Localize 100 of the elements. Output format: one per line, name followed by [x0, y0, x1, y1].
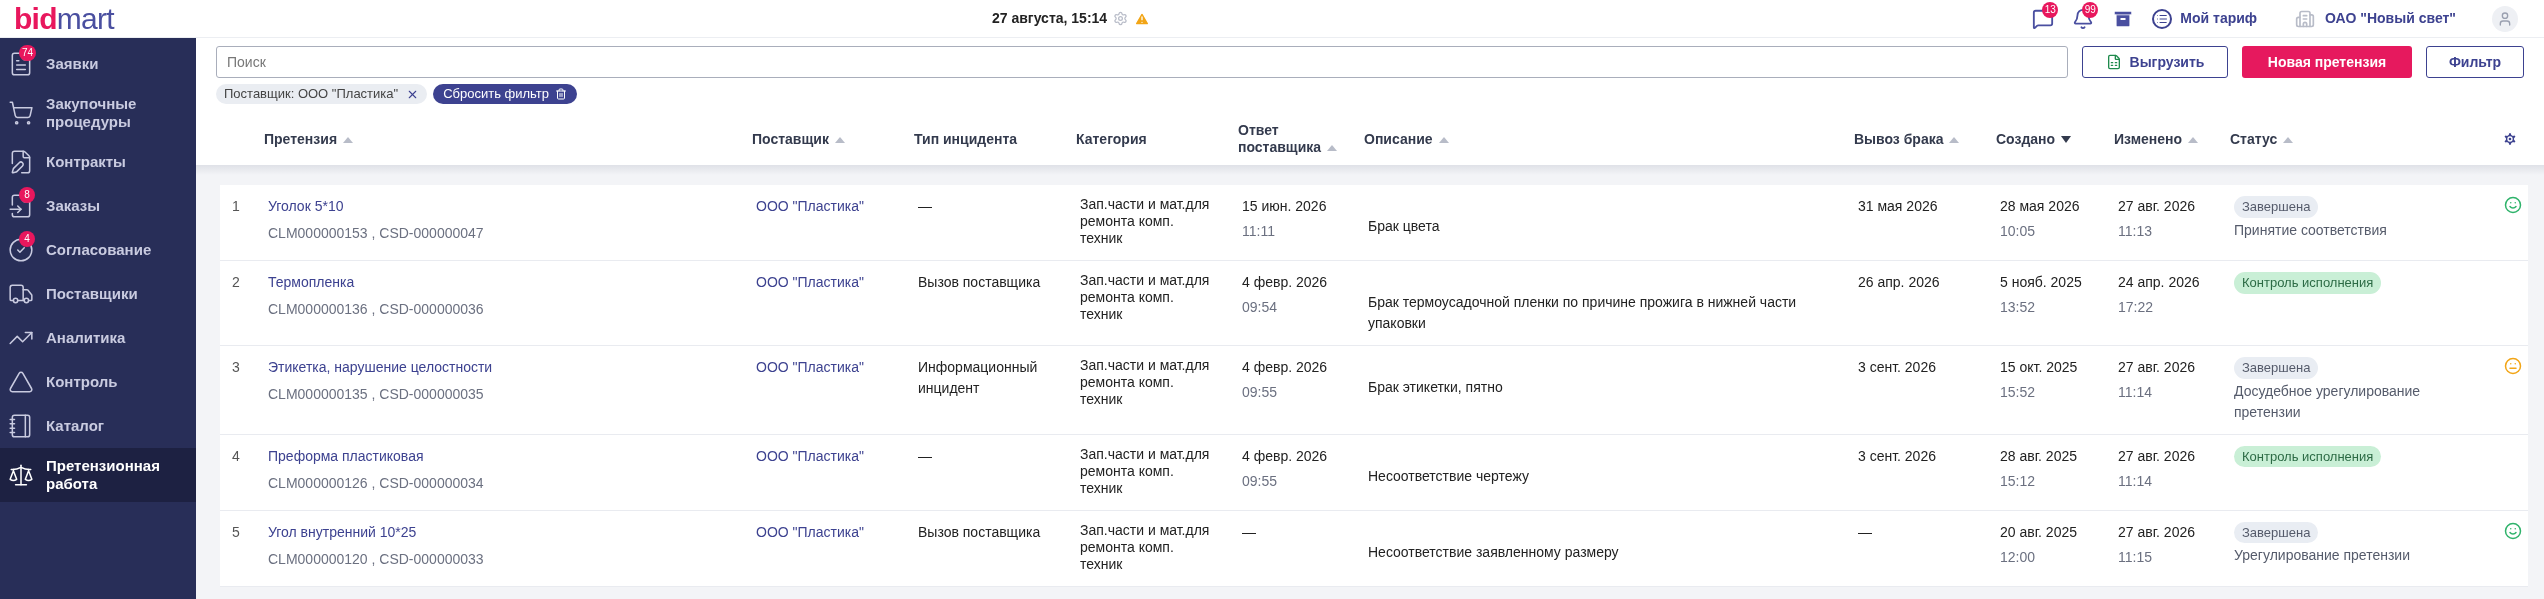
sidebar-item[interactable]: Претензионная работа: [0, 448, 196, 502]
count-badge: 99: [2082, 1, 2099, 18]
removal-date: 3 сент. 2026: [1858, 359, 1936, 375]
smiley-icon: [2504, 521, 2522, 540]
sidebar-item[interactable]: Каталог: [0, 404, 196, 448]
cart-icon: [8, 100, 34, 126]
status-badge: Завершена: [2234, 196, 2319, 218]
time-text: 11:13: [2118, 222, 2153, 241]
supplier-link[interactable]: ООО "Пластика": [756, 359, 864, 375]
column-header[interactable]: Создано: [1996, 130, 2114, 148]
category-text: Зап.части и мат.для ремонта комп. техник: [1080, 196, 1211, 247]
sidebar-item[interactable]: Контроль: [0, 360, 196, 404]
sidebar-item[interactable]: Контракты: [0, 140, 196, 184]
column-header: Категория: [1076, 130, 1148, 148]
row-number: 5: [232, 522, 241, 542]
date-text: 27 авг. 2026: [2118, 446, 2196, 466]
user-icon: [2497, 10, 2513, 27]
sidebar-item[interactable]: Аналитика: [0, 316, 196, 360]
export-button[interactable]: Выгрузить: [2082, 46, 2228, 78]
spreadsheet-icon: [2105, 54, 2122, 70]
claim-link[interactable]: Преформа пластиковая: [268, 445, 424, 467]
smiley-icon: [2504, 196, 2522, 214]
time-text: 13:52: [2000, 298, 2037, 317]
column-header[interactable]: Поставщик: [752, 130, 914, 148]
description-text: Брак этикетки, пятно: [1368, 379, 1503, 395]
company-button[interactable]: ОАО "Новый свет": [2295, 8, 2456, 29]
supplier-link[interactable]: ООО "Пластика": [756, 447, 864, 464]
date-text: 4 февр. 2026: [1242, 358, 1329, 377]
category-text: Зап.части и мат.для ремонта комп. техник: [1080, 357, 1211, 408]
column-header[interactable]: Описание: [1364, 130, 1854, 148]
logo[interactable]: bidmart: [0, 3, 196, 34]
date-text: 5 нояб. 2025: [2000, 273, 2083, 292]
description-text: Несоответствие заявленному размеру: [1368, 543, 1619, 560]
chat-icon[interactable]: [2032, 7, 2055, 30]
sidebar-item[interactable]: Поставщики: [0, 272, 196, 316]
filter-chip[interactable]: Поставщик: ООО "Пластика": [216, 84, 428, 104]
claim-codes: CLM000000126 , CSD-000000034: [268, 473, 484, 493]
column-header[interactable]: Вывоз брака: [1854, 130, 1996, 148]
category-text: Зап.части и мат.для ремонта комп. техник: [1080, 521, 1211, 573]
avatar[interactable]: [2492, 5, 2518, 32]
claim-link[interactable]: Термопленка: [268, 272, 355, 293]
column-header[interactable]: Статус: [2230, 130, 2484, 148]
count-badge: 4: [19, 231, 35, 247]
claim-link[interactable]: Уголок 5*10: [268, 196, 344, 217]
sidebar-item[interactable]: 8 Заказы: [0, 184, 196, 228]
incident-type: —: [918, 198, 932, 214]
sidebar-item[interactable]: 74 Заявки: [0, 42, 196, 86]
time-text: 10:05: [2000, 222, 2037, 241]
count-badge: 74: [19, 45, 37, 61]
column-header[interactable]: Претензия: [264, 130, 752, 148]
date-text: 24 апр. 2026: [2118, 273, 2201, 292]
search-field[interactable]: Поиск: [216, 46, 2068, 78]
claim-link[interactable]: Угол внутренний 10*25: [268, 521, 417, 543]
claim-codes: CLM000000135 , CSD-000000035: [268, 385, 484, 404]
tariff-button[interactable]: Мой тариф: [2152, 8, 2258, 29]
incident-type: Вызов поставщика: [918, 274, 1041, 290]
date-text: 28 авг. 2025: [2000, 446, 2078, 466]
reset-filter-button[interactable]: Сбросить фильтр: [433, 84, 578, 104]
description-text: Несоответствие чертежу: [1368, 467, 1529, 484]
bell-icon[interactable]: [2072, 7, 2095, 30]
time-text: 11:15: [2118, 547, 2153, 567]
settings-icon[interactable]: [2502, 131, 2518, 147]
incident-type: Вызов поставщика: [918, 523, 1041, 540]
category-text: Зап.части и мат.для ремонта комп. техник: [1080, 445, 1211, 497]
sidebar-item[interactable]: Закупочные процедуры: [0, 86, 196, 140]
sidebar-item[interactable]: 4 Согласование: [0, 228, 196, 272]
claim-link[interactable]: Этикетка, нарушение целостности: [268, 357, 493, 378]
time-text: 15:12: [2000, 471, 2037, 491]
row-number: 3: [232, 358, 241, 377]
incident-type: —: [918, 447, 932, 464]
date-text: 27 авг. 2026: [2118, 197, 2196, 216]
claim-codes: CLM000000136 , CSD-000000036: [268, 300, 484, 319]
supplier-link[interactable]: ООО "Пластика": [756, 274, 864, 290]
new-claim-button[interactable]: Новая претензия: [2242, 46, 2412, 78]
supplier-link[interactable]: ООО "Пластика": [756, 523, 864, 540]
column-header[interactable]: Изменено: [2114, 130, 2230, 148]
claim-codes: CLM000000153 , CSD-000000047: [268, 224, 484, 243]
filter-button[interactable]: Фильтр: [2426, 46, 2524, 78]
date-text: 27 авг. 2026: [2118, 358, 2196, 377]
removal-date: 31 мая 2026: [1858, 198, 1938, 214]
date-text: 27 авг. 2026: [2118, 522, 2196, 542]
category-text: Зап.части и мат.для ремонта комп. техник: [1080, 272, 1211, 323]
status-note: Досудебное урегулирование претензии: [2234, 381, 2422, 422]
claim-codes: CLM000000120 , CSD-000000033: [268, 549, 484, 569]
column-header[interactable]: Ответ поставщика: [1238, 122, 1364, 156]
removal-date: —: [1858, 523, 1872, 540]
supplier-link[interactable]: ООО "Пластика": [756, 198, 864, 214]
status-badge: Контроль исполнения: [2234, 445, 2382, 467]
row-number: 1: [232, 197, 241, 216]
status-badge: Завершена: [2234, 357, 2319, 379]
column-header: Тип инцидента: [914, 130, 1019, 148]
time-text: 11:14: [2118, 383, 2153, 402]
description-text: Брак цвета: [1368, 218, 1440, 234]
description-text: Брак термоусадочной пленки по причине прожига в нижней части упаковки: [1368, 294, 1797, 331]
incident-type: Информационный инцидент: [918, 359, 1038, 396]
status-badge: Контроль исполнения: [2234, 272, 2382, 294]
time-text: 09:55: [1242, 383, 1279, 402]
neutral-face-icon: [2504, 357, 2522, 375]
time-text: 15:52: [2000, 383, 2037, 402]
row-number: 4: [232, 446, 241, 466]
